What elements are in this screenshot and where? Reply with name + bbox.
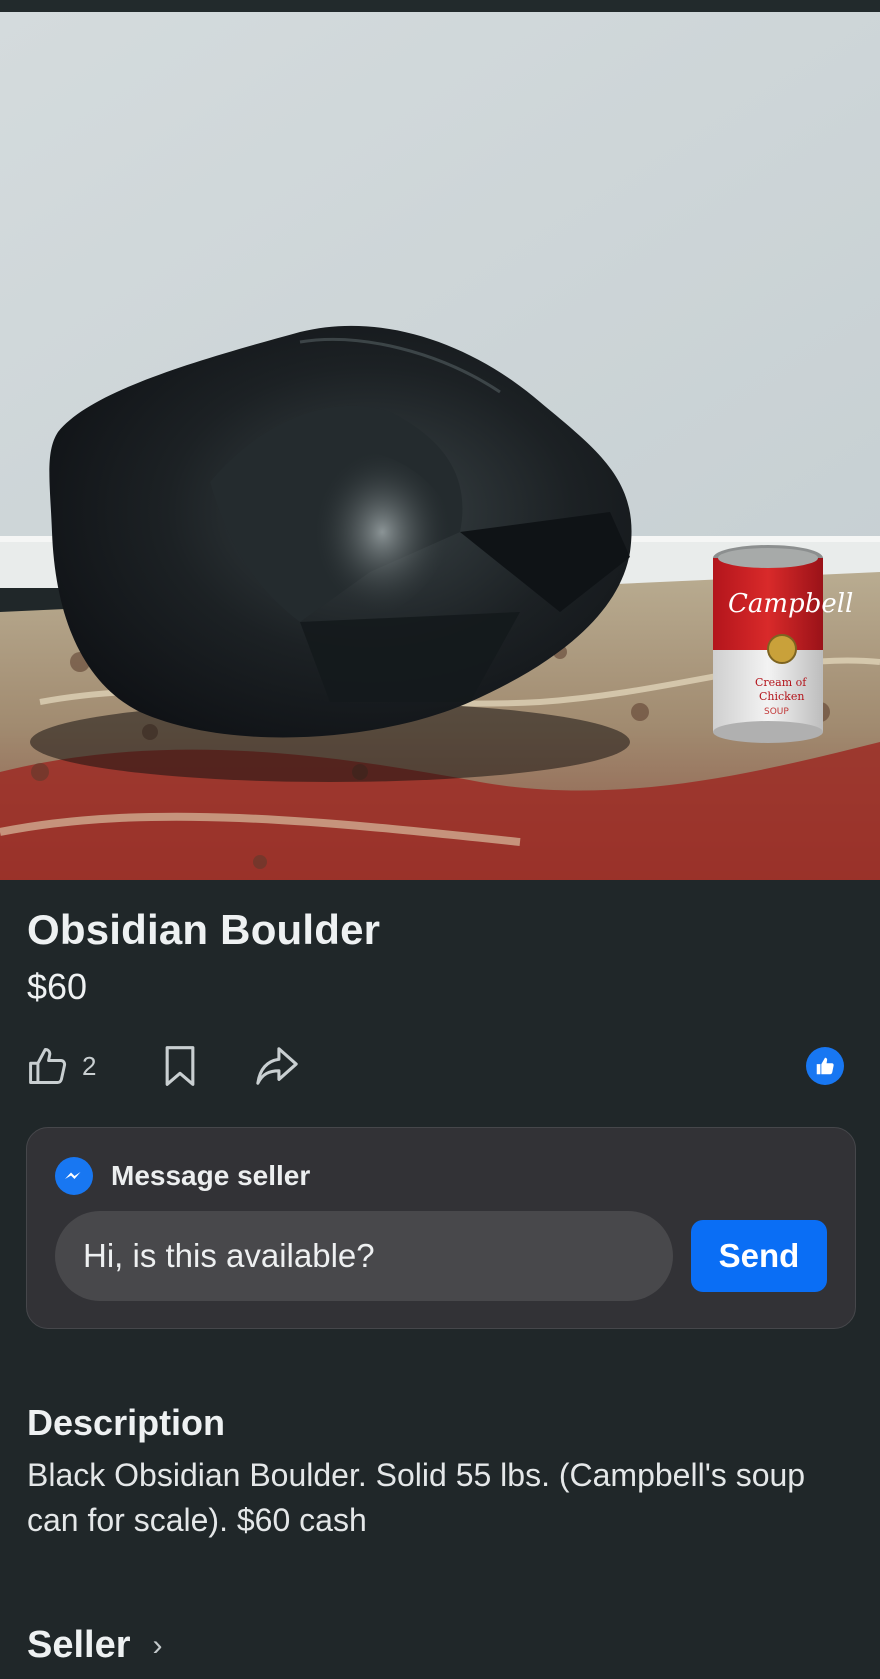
like-button[interactable]: 2 <box>26 1038 96 1094</box>
thumbs-up-outline-icon <box>29 1048 67 1084</box>
seller-heading: Seller <box>27 1624 131 1666</box>
message-input[interactable] <box>55 1211 673 1301</box>
send-button[interactable]: Send <box>691 1220 827 1292</box>
like-reaction-badge-icon <box>816 1057 834 1075</box>
can-line3-text: SOUP <box>764 707 789 717</box>
listing-price: $60 <box>27 966 88 1007</box>
message-seller-card: Message seller Send <box>26 1127 856 1329</box>
save-button[interactable] <box>160 1038 200 1094</box>
like-count: 2 <box>82 1050 97 1081</box>
like-reaction-badge[interactable] <box>806 1047 844 1085</box>
messenger-icon <box>55 1157 93 1195</box>
message-seller-title: Message seller <box>111 1160 311 1191</box>
chevron-right-icon: › <box>152 1628 163 1662</box>
message-seller-header: Message seller <box>55 1156 310 1196</box>
listing-photo[interactable]: Campbell Cream of Chicken SOUP <box>0 12 880 880</box>
bookmark-icon <box>165 1046 195 1086</box>
action-bar: 2 <box>0 1038 880 1094</box>
share-button[interactable] <box>254 1038 300 1094</box>
description-heading: Description <box>27 1402 226 1443</box>
can-brand-text: Campbell <box>728 589 853 619</box>
seller-section-link[interactable]: Seller › <box>27 1624 163 1667</box>
status-bar-strip <box>0 0 880 12</box>
description-text: Black Obsidian Boulder. Solid 55 lbs. (C… <box>27 1457 806 1538</box>
can-line1-text: Cream of <box>755 676 807 689</box>
share-arrow-icon <box>256 1047 298 1085</box>
listing-title: Obsidian Boulder <box>27 906 381 953</box>
can-line2-text: Chicken <box>759 690 804 703</box>
listing-photo-illustration: Campbell Cream of Chicken SOUP <box>0 12 880 880</box>
